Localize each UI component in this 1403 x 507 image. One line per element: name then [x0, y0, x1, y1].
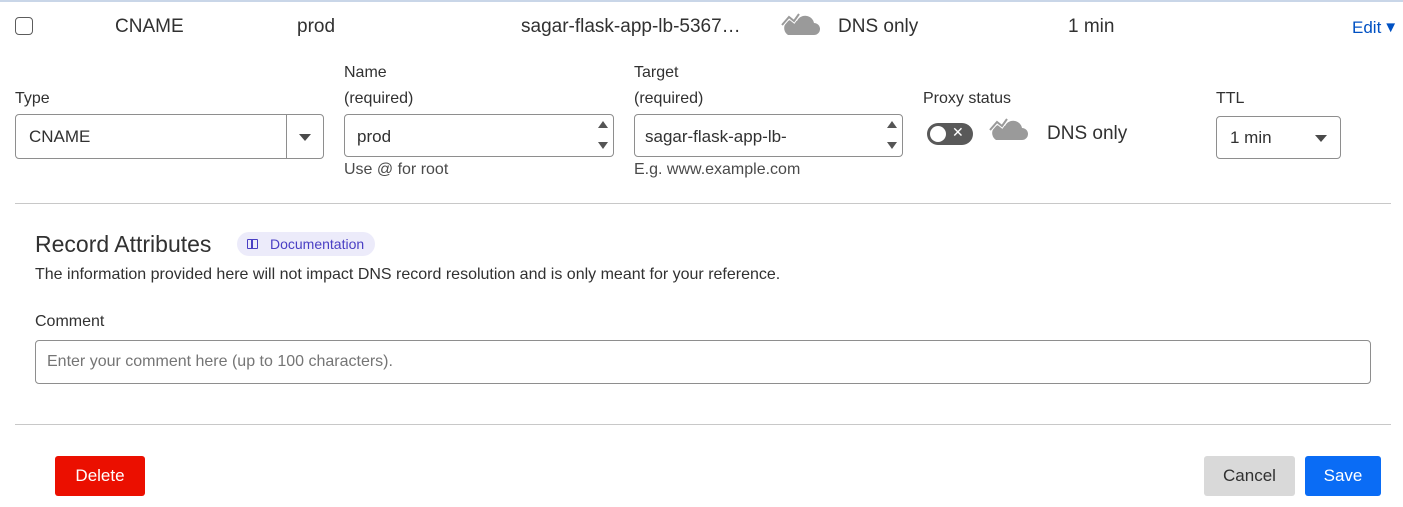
cloud-off-icon	[988, 117, 1028, 140]
record-attributes-description: The information provided here will not i…	[35, 266, 781, 283]
edit-label: Edit	[1352, 18, 1382, 37]
caret-down-icon: ▼	[1383, 19, 1399, 36]
ttl-label: TTL	[1216, 90, 1245, 107]
target-required-label: (required)	[634, 90, 704, 107]
target-input-value: sagar-flask-app-lb-	[645, 127, 787, 146]
cancel-button[interactable]: Cancel	[1204, 456, 1295, 496]
dns-record-editor: CNAME prod sagar-flask-app-lb-5367… DNS …	[0, 0, 1403, 507]
name-hint: Use @ for root	[344, 161, 449, 178]
target-input[interactable]: sagar-flask-app-lb-	[634, 114, 903, 157]
toggle-knob	[930, 126, 946, 142]
delete-button[interactable]: Delete	[55, 456, 145, 496]
ttl-select[interactable]: 1 min	[1216, 116, 1341, 159]
book-icon	[247, 239, 258, 249]
row-select-checkbox[interactable]	[15, 17, 33, 35]
name-required-label: (required)	[344, 90, 414, 107]
target-label: Target	[634, 64, 679, 81]
chevron-down-icon	[299, 134, 311, 141]
close-icon: ✕	[952, 124, 964, 140]
type-label: Type	[15, 90, 50, 107]
cloud-off-icon	[780, 12, 820, 35]
save-button[interactable]: Save	[1305, 456, 1381, 496]
name-input-value: prod	[357, 127, 392, 146]
name-input[interactable]: prod	[344, 114, 614, 157]
documentation-link[interactable]: Documentation	[237, 232, 376, 256]
proxy-status-label: Proxy status	[923, 90, 1012, 107]
row-type: CNAME	[115, 16, 184, 37]
select-divider	[286, 115, 287, 158]
name-label: Name	[344, 64, 387, 81]
row-ttl: 1 min	[1068, 16, 1115, 37]
record-attributes-title: Record Attributes	[35, 231, 212, 257]
scroll-up-icon[interactable]	[598, 121, 608, 128]
scroll-up-icon[interactable]	[887, 121, 897, 128]
scroll-down-icon[interactable]	[887, 142, 897, 149]
target-hint: E.g. www.example.com	[634, 161, 801, 178]
comment-label: Comment	[35, 313, 105, 330]
comment-input[interactable]	[35, 340, 1371, 384]
ttl-select-value: 1 min	[1230, 128, 1272, 147]
proxy-status-text: DNS only	[1047, 123, 1128, 144]
section-divider	[15, 203, 1391, 204]
row-content: sagar-flask-app-lb-5367…	[521, 16, 741, 37]
scroll-down-icon[interactable]	[598, 142, 608, 149]
row-proxy-status: DNS only	[838, 16, 919, 37]
proxy-toggle[interactable]: ✕	[927, 123, 973, 145]
edit-toggle-link[interactable]: Edit ▼	[1352, 18, 1398, 38]
type-select[interactable]: CNAME	[15, 114, 324, 159]
top-border	[0, 0, 1403, 2]
chevron-down-icon	[1315, 135, 1327, 142]
documentation-label: Documentation	[270, 236, 365, 252]
row-name: prod	[297, 16, 336, 37]
type-select-value: CNAME	[29, 127, 91, 146]
actions-divider	[15, 424, 1391, 425]
